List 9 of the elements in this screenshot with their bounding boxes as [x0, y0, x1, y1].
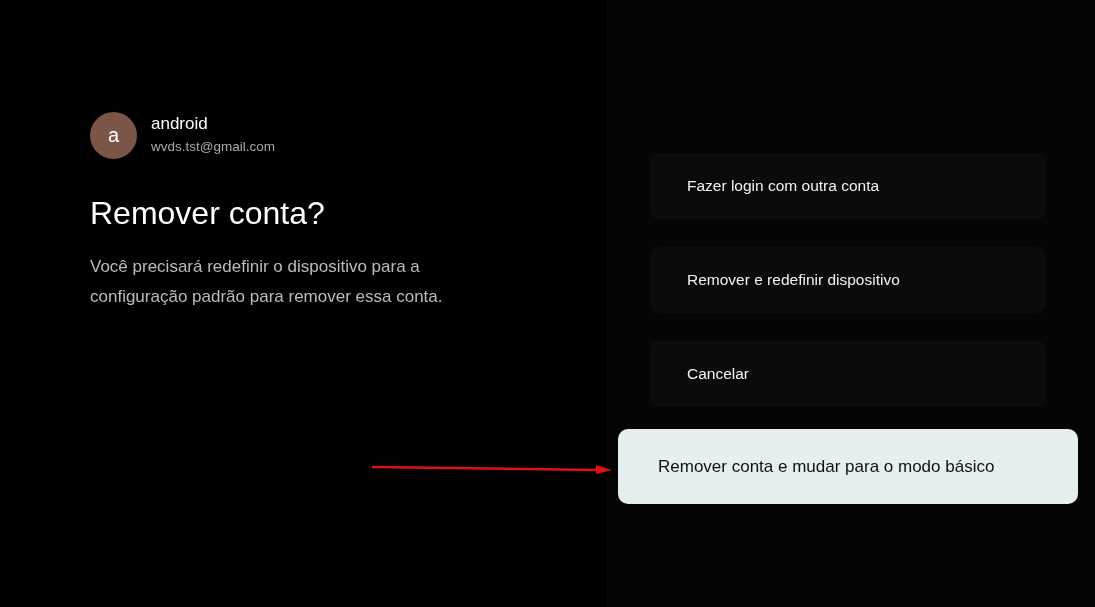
option-button[interactable]: Fazer login com outra conta	[650, 153, 1046, 219]
option-button[interactable]: Remover e redefinir dispositivo	[650, 247, 1046, 313]
dialog-description: Você precisará redefinir o dispositivo para a configuração padrão para remover essa conta.	[90, 256, 444, 308]
account-email: wvds.tst@gmail.com	[151, 138, 275, 154]
dialog-title: Remover conta?	[90, 195, 326, 232]
option-button[interactable]: Remover conta e mudar para o modo básico	[618, 429, 1078, 504]
account-name: android	[151, 113, 209, 134]
avatar: a	[90, 112, 137, 159]
option-button[interactable]: Cancelar	[650, 341, 1046, 407]
